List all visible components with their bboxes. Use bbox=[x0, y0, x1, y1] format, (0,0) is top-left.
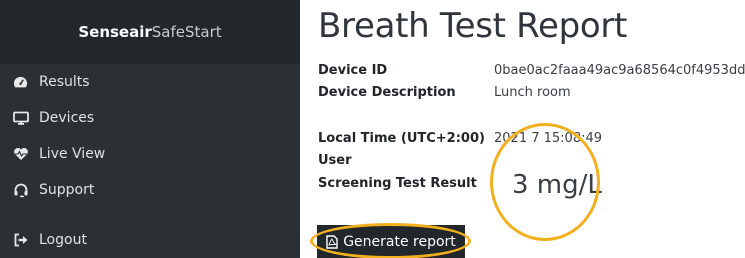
field-label: Device ID bbox=[318, 63, 388, 78]
sidebar-item-live-view[interactable]: Live View bbox=[0, 138, 300, 170]
field-value: 0bae0ac2faaa49ac9a68564c0f4953dd bbox=[494, 63, 745, 78]
field-label: Screening Test Result bbox=[318, 176, 477, 191]
field-label: Local Time (UTC+2:00) bbox=[318, 131, 485, 146]
highlight-ellipse bbox=[310, 223, 471, 258]
sidebar-item-logout[interactable]: Logout bbox=[0, 224, 300, 256]
heartbeat-icon bbox=[13, 146, 33, 162]
sidebar-item-results[interactable]: Results bbox=[0, 66, 300, 98]
brand-name-bold: Senseair bbox=[78, 23, 152, 41]
sidebar-item-support[interactable]: Support bbox=[0, 174, 300, 206]
headset-icon bbox=[13, 182, 33, 198]
page-title: Breath Test Report bbox=[318, 6, 628, 46]
sidebar-item-label: Support bbox=[39, 182, 95, 198]
highlight-circle bbox=[490, 123, 600, 241]
logout-icon bbox=[13, 232, 33, 248]
field-value: Lunch room bbox=[494, 85, 571, 100]
monitor-icon bbox=[13, 110, 33, 126]
brand-name-rest: SafeStart bbox=[151, 23, 222, 41]
brand-logo[interactable]: Senseair SafeStart bbox=[0, 0, 300, 64]
field-label: User bbox=[318, 153, 352, 168]
dashboard-icon bbox=[13, 74, 33, 90]
sidebar-item-label: Logout bbox=[39, 232, 87, 248]
field-label: Device Description bbox=[318, 85, 456, 100]
sidebar-item-label: Results bbox=[39, 74, 90, 90]
sidebar-item-devices[interactable]: Devices bbox=[0, 102, 300, 134]
sidebar-item-label: Live View bbox=[39, 146, 106, 162]
sidebar: Senseair SafeStart Results Devices Live V… bbox=[0, 0, 300, 258]
sidebar-item-label: Devices bbox=[39, 110, 95, 126]
